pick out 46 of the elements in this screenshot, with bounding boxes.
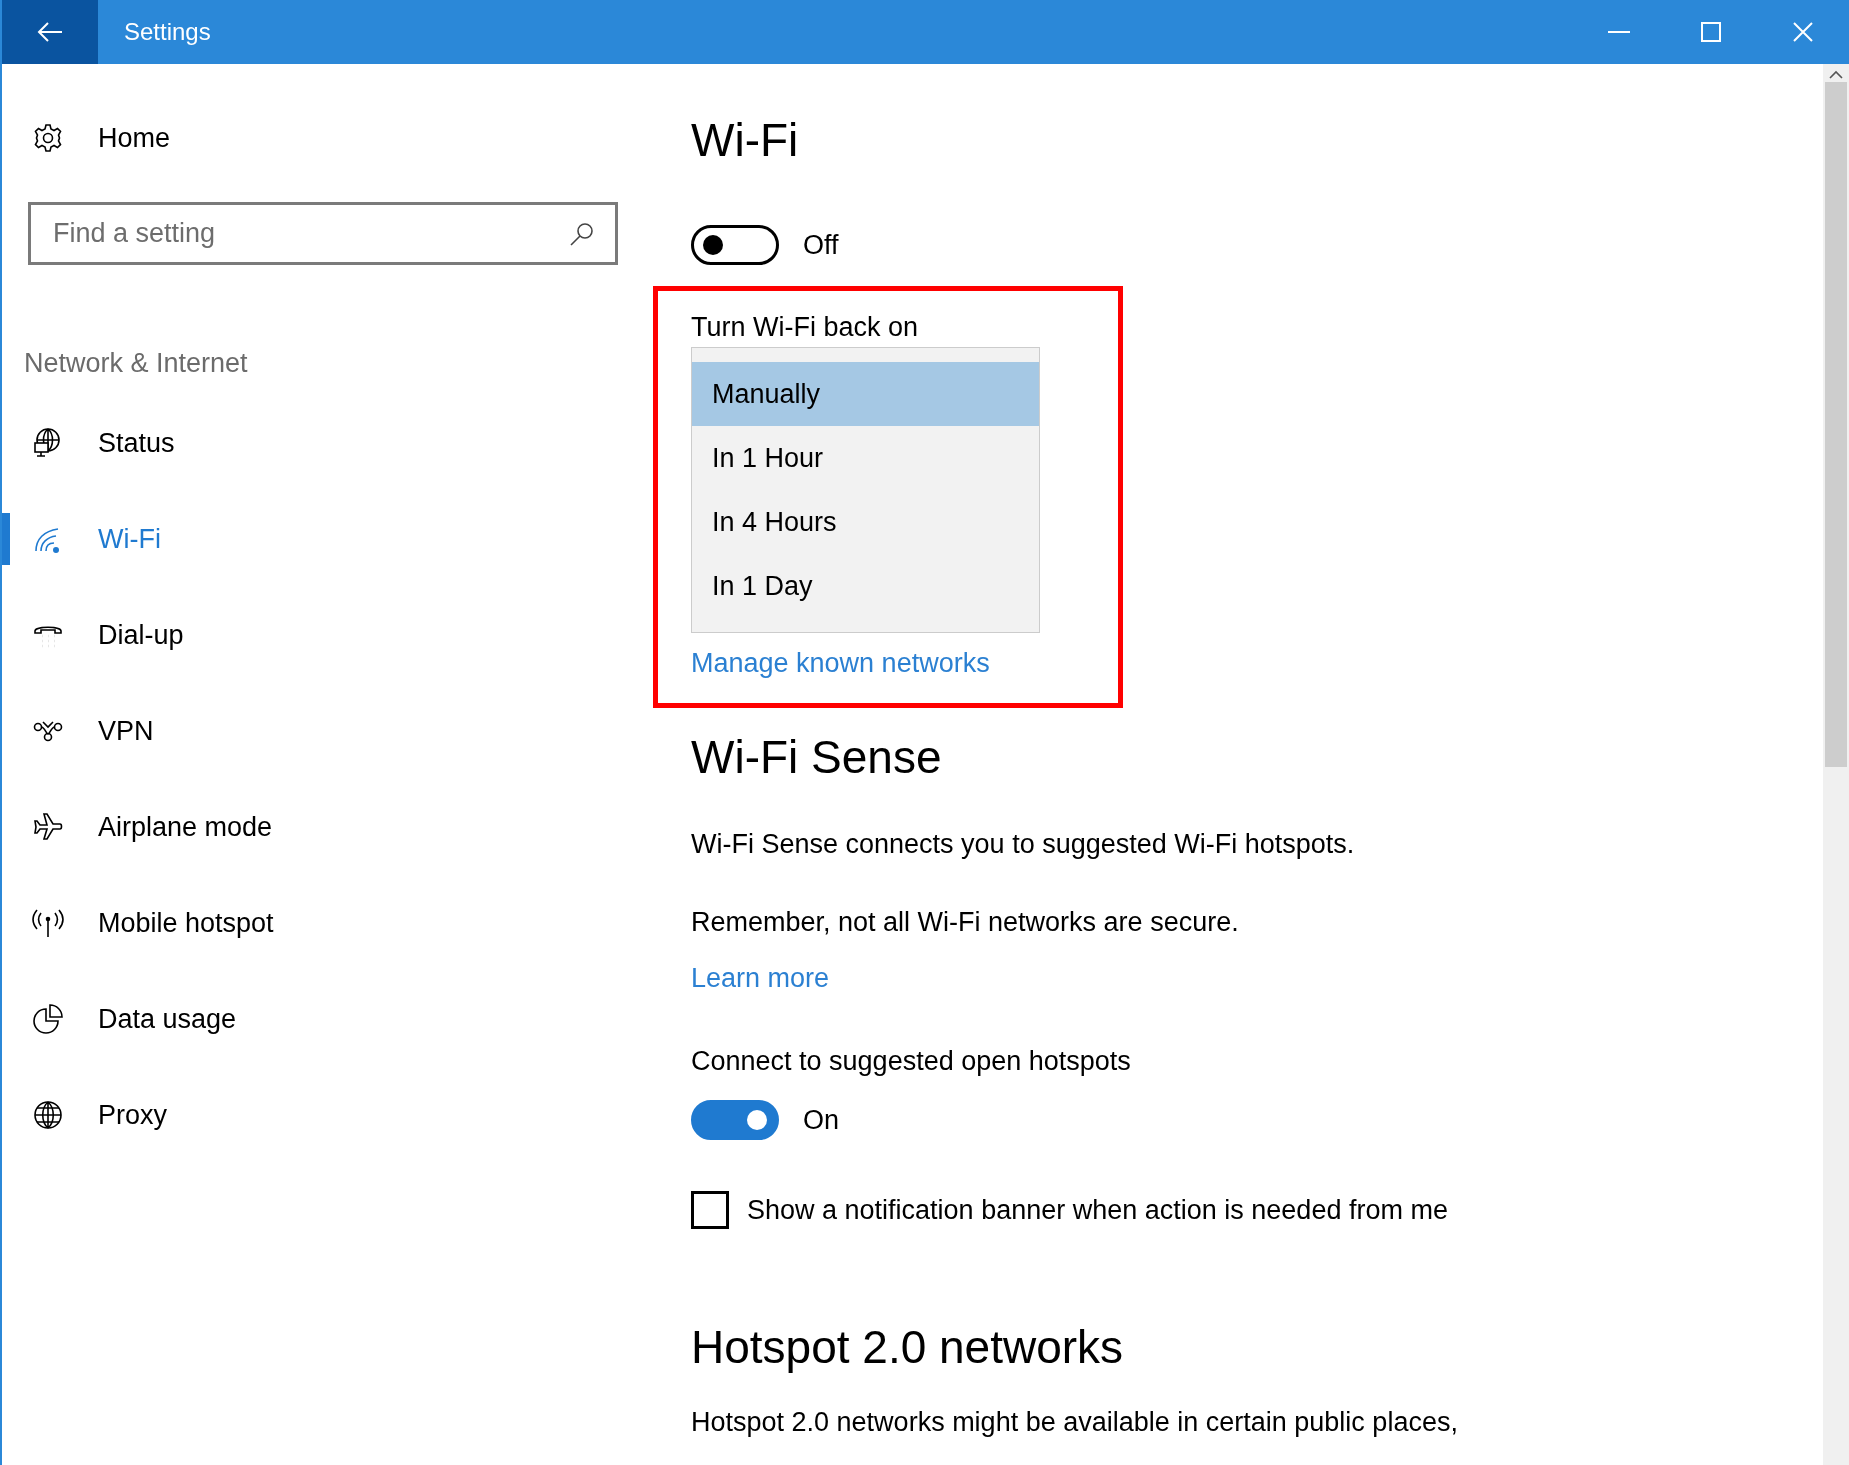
section-heading: Wi-Fi Sense [691, 730, 943, 785]
nav-item[interactable]: Mobile hotspot [2, 875, 642, 971]
search-field[interactable]: Find a setting [51, 212, 569, 255]
search-box[interactable]: Find a setting [28, 202, 618, 265]
toggle-switch[interactable] [691, 1100, 779, 1140]
section-heading: Network & Internet [24, 347, 249, 380]
pie-chart-icon [32, 1003, 64, 1035]
checkbox[interactable] [691, 1191, 729, 1229]
dropdown-option[interactable]: Manually [692, 362, 1039, 426]
search-icon [569, 220, 595, 247]
minimize-icon [1608, 31, 1630, 33]
airplane-icon [32, 811, 64, 843]
learn-more-link[interactable]: Learn more [691, 961, 830, 995]
dropdown-option[interactable]: In 1 Day [692, 554, 1039, 618]
paragraph: Hotspot 2.0 networks might be available in certain public places, [691, 1406, 1459, 1439]
home-button[interactable]: Home [2, 120, 177, 156]
window-title: Settings [123, 17, 211, 47]
dropdown-option[interactable]: In 4 Hours [692, 490, 1039, 554]
field-label: Turn Wi-Fi back on [691, 311, 920, 344]
selection-bar [2, 513, 10, 565]
nav-item[interactable]: Data usage [2, 971, 642, 1067]
checkbox-label: Show a notification banner when action is needed from me [747, 1194, 1448, 1227]
setting-label: Connect to suggested open hotspots [691, 1045, 1132, 1078]
paragraph: Wi-Fi Sense connects you to suggested Wi-Fi hotspots. [691, 828, 1356, 861]
nav-item[interactable]: Airplane mode [2, 779, 642, 875]
toggle-label: Off [803, 229, 839, 262]
nav-item[interactable]: Wi-Fi [2, 491, 642, 587]
back-arrow-icon [37, 21, 63, 43]
antenna-icon [32, 907, 64, 939]
page-heading: Wi-Fi [691, 113, 800, 168]
globe-icon [32, 1099, 64, 1131]
nav-item[interactable]: VPN [2, 683, 642, 779]
nav-item[interactable]: Proxy [2, 1067, 642, 1163]
dropdown-option[interactable]: In 1 Hour [692, 426, 1039, 490]
paragraph: Remember, not all Wi-Fi networks are secure. [691, 906, 1240, 939]
nav-item[interactable]: Status [2, 395, 642, 491]
toggle-label: On [803, 1104, 840, 1137]
gear-icon [32, 122, 64, 154]
scroll-up-icon[interactable] [1829, 70, 1843, 80]
section-heading: Hotspot 2.0 networks [691, 1320, 1125, 1375]
close-icon [1793, 22, 1813, 42]
scrollbar-thumb[interactable] [1825, 82, 1847, 767]
maximize-icon [1701, 22, 1721, 42]
manage-networks-link[interactable]: Manage known networks [691, 646, 990, 680]
toggle-switch[interactable] [691, 225, 779, 265]
nav-item[interactable]: Dial-up [2, 587, 642, 683]
